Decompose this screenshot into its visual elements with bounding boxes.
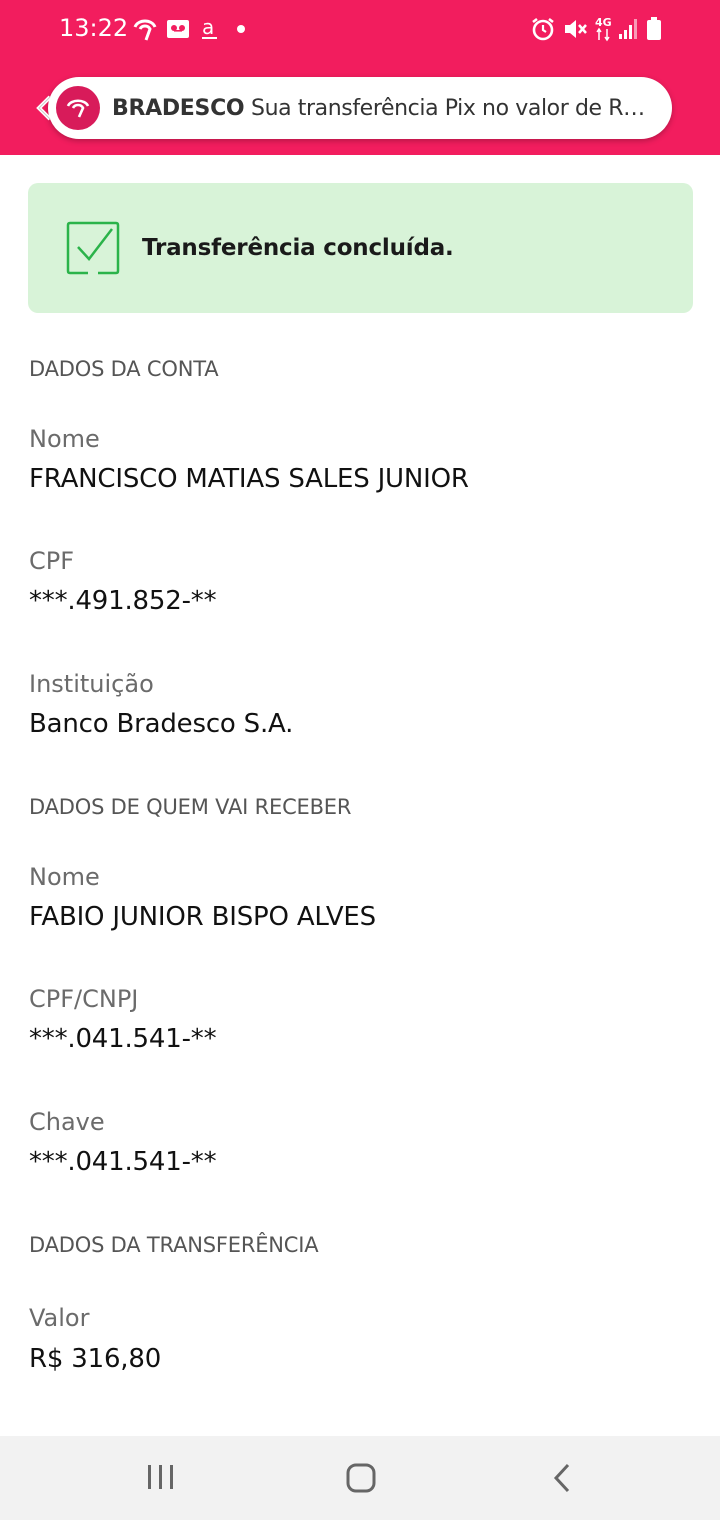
notification-pill[interactable]: BRADESCO Sua transferência Pix no valor … [36, 77, 672, 139]
status-time: 13:22 [59, 14, 129, 42]
bradesco-icon [132, 16, 158, 42]
amazon-icon: a [200, 16, 220, 42]
svg-text:a: a [202, 16, 214, 39]
recipient-key-value: ***.041.541-** [29, 1147, 217, 1177]
transfer-amount-value: R$ 316,80 [29, 1344, 162, 1374]
success-banner: Transferência concluída. [28, 183, 693, 313]
network-4g-icon: 4G [594, 14, 614, 42]
bradesco-logo-icon [56, 86, 100, 130]
dot-icon [236, 24, 246, 34]
back-icon[interactable] [550, 1462, 574, 1499]
account-institution-label: Instituição [29, 670, 154, 698]
alarm-icon [530, 16, 556, 42]
account-cpf-label: CPF [29, 547, 75, 575]
account-name-value: FRANCISCO MATIAS SALES JUNIOR [29, 464, 469, 494]
transfer-amount-label: Valor [29, 1304, 90, 1332]
system-nav-bar [0, 1436, 720, 1520]
voicemail-icon [165, 16, 191, 42]
chevron-left-icon[interactable] [34, 93, 56, 128]
account-cpf-value: ***.491.852-** [29, 586, 217, 616]
recent-apps-icon[interactable] [145, 1462, 177, 1497]
success-message: Transferência concluída. [142, 235, 454, 261]
section-title-transfer: DADOS DA TRANSFERÊNCIA [29, 1233, 319, 1257]
recipient-name-label: Nome [29, 863, 100, 891]
battery-icon [646, 16, 662, 42]
signal-icon [618, 16, 640, 42]
app-header: 13:22 a 4G BRADESCO Sua transferência Pi… [0, 0, 720, 155]
status-bar: 13:22 a 4G [0, 0, 720, 60]
notification-message: Sua transferência Pix no valor de R$ 316… [251, 96, 657, 121]
account-name-label: Nome [29, 425, 100, 453]
home-icon[interactable] [345, 1462, 377, 1499]
section-title-recipient: DADOS DE QUEM VAI RECEBER [29, 795, 352, 819]
section-title-account: DADOS DA CONTA [29, 357, 219, 381]
check-icon [66, 221, 120, 280]
mute-icon [562, 16, 588, 42]
account-institution-value: Banco Bradesco S.A. [29, 709, 294, 739]
recipient-doc-label: CPF/CNPJ [29, 985, 139, 1013]
svg-text:4G: 4G [595, 16, 612, 29]
recipient-doc-value: ***.041.541-** [29, 1024, 217, 1054]
recipient-key-label: Chave [29, 1108, 105, 1136]
notification-app-name: BRADESCO [112, 96, 245, 121]
recipient-name-value: FABIO JUNIOR BISPO ALVES [29, 902, 376, 932]
